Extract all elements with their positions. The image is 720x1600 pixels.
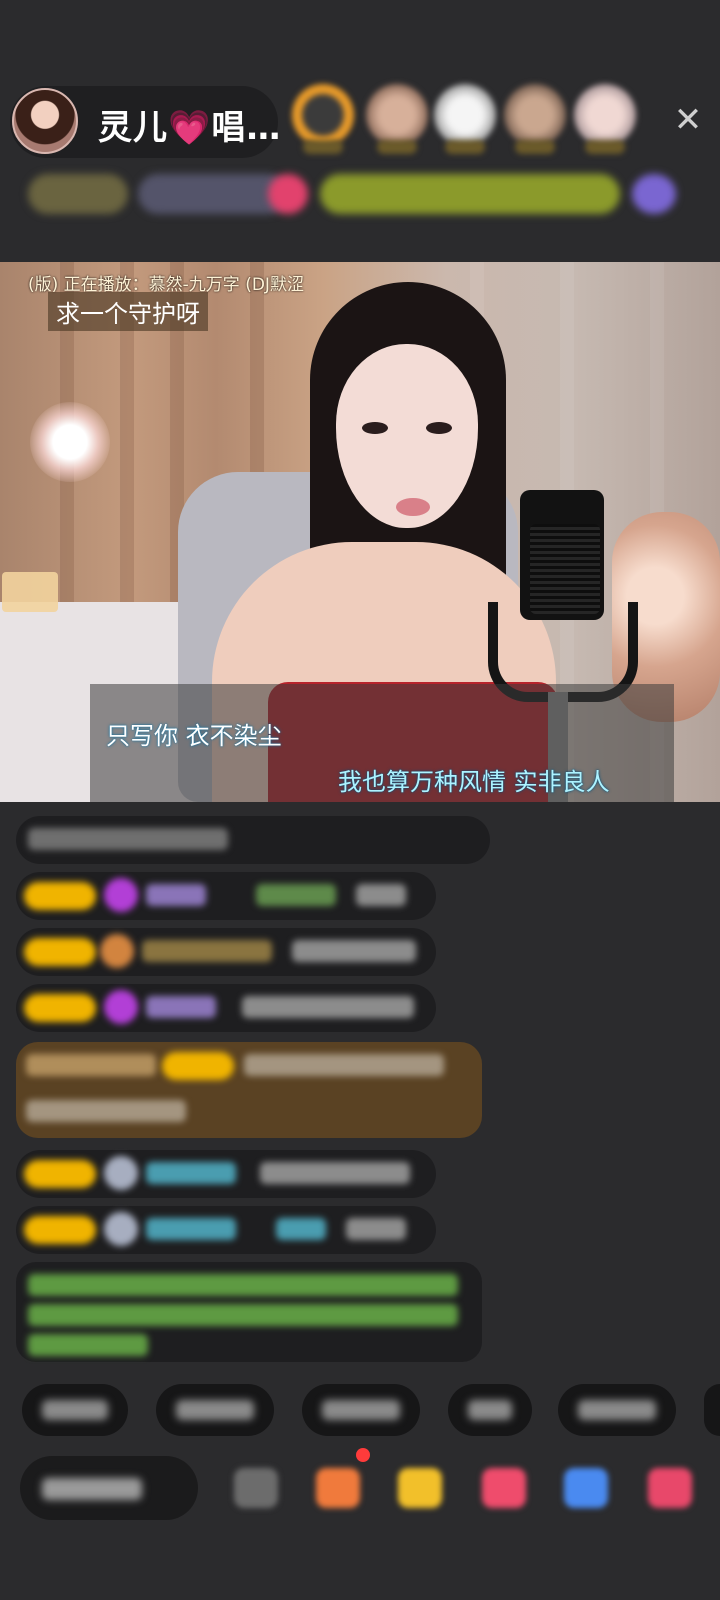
- user-avatar: [104, 1156, 138, 1190]
- chat-message-highlight[interactable]: [16, 1042, 482, 1138]
- quick-reply-chip[interactable]: [22, 1384, 128, 1436]
- chat-input[interactable]: [20, 1456, 198, 1520]
- viewer-avatar[interactable]: [366, 84, 428, 146]
- viewer-rank-badge: [445, 140, 485, 154]
- fan-level-badge: [24, 882, 96, 910]
- viewer-avatar[interactable]: [292, 84, 354, 146]
- emoji-icon[interactable]: [234, 1468, 278, 1508]
- lyrics-overlay: 只写你 衣不染尘 我也算万种风情 实非良人: [90, 684, 674, 802]
- quick-reply-chip[interactable]: [448, 1384, 532, 1436]
- chat-message[interactable]: [16, 984, 436, 1032]
- quick-reply-chip[interactable]: [558, 1384, 676, 1436]
- fan-level-badge: [24, 994, 96, 1022]
- fan-level-badge: [24, 938, 96, 966]
- system-notice: [16, 1262, 482, 1362]
- gift-icon[interactable]: [398, 1468, 442, 1508]
- top-viewers-list[interactable]: [292, 84, 652, 160]
- gift-box-icon[interactable]: [316, 1468, 360, 1508]
- bottom-action-bar: [0, 1456, 720, 1532]
- viewer-rank-badge: [585, 140, 625, 154]
- quick-reply-chip[interactable]: [704, 1384, 720, 1436]
- gem-icon: [104, 990, 138, 1024]
- live-video[interactable]: (版) 正在播放：慕然-九万字 (DJ默涩 求一个守护呀 只写你 衣不染尘 我也…: [0, 262, 720, 802]
- chat-message[interactable]: [16, 1206, 436, 1254]
- viewer-avatar[interactable]: [504, 84, 566, 146]
- guard-request-tag: 求一个守护呀: [48, 292, 208, 331]
- viewer-avatar[interactable]: [434, 84, 496, 146]
- game-icon[interactable]: [564, 1468, 608, 1508]
- more-icon[interactable]: [648, 1468, 692, 1508]
- user-avatar: [104, 1212, 138, 1246]
- room-rank-tag[interactable]: [28, 174, 128, 214]
- gift-icon[interactable]: [268, 174, 308, 214]
- fan-level-badge: [162, 1052, 234, 1080]
- close-icon[interactable]: ✕: [668, 100, 708, 140]
- chat-message[interactable]: [16, 928, 436, 976]
- room-info-row: [20, 170, 690, 218]
- shield-icon: [100, 934, 134, 968]
- host-info-pill[interactable]: 灵儿💗唱…: [10, 86, 282, 158]
- quick-reply-chip[interactable]: [302, 1384, 420, 1436]
- chat-message[interactable]: [16, 1150, 436, 1198]
- room-notice-tag[interactable]: [320, 174, 620, 214]
- lyric-line-1: 只写你 衣不染尘: [106, 722, 282, 750]
- heart-lamp: [30, 402, 110, 482]
- chat-list[interactable]: [0, 802, 720, 1362]
- viewer-avatar[interactable]: [574, 84, 636, 146]
- quick-reply-chip[interactable]: [156, 1384, 274, 1436]
- chat-message[interactable]: [16, 872, 436, 920]
- chat-message[interactable]: [16, 816, 490, 864]
- quick-reply-row: [0, 1384, 720, 1440]
- host-name: 灵儿💗唱…: [98, 108, 282, 148]
- candle-light: [2, 572, 58, 612]
- gem-icon: [104, 878, 138, 912]
- top-bar: 灵儿💗唱… ✕: [0, 0, 720, 255]
- viewer-rank-badge: [515, 140, 555, 154]
- lyric-line-2: 我也算万种风情 实非良人: [338, 768, 610, 796]
- host-avatar[interactable]: [12, 88, 78, 154]
- room-heat-tag[interactable]: [138, 174, 288, 214]
- viewer-rank-badge: [377, 140, 417, 154]
- room-activity-icon[interactable]: [632, 174, 676, 214]
- viewer-rank-badge: [303, 140, 343, 154]
- heart-gift-icon[interactable]: [482, 1468, 526, 1508]
- fan-level-badge: [24, 1216, 96, 1244]
- notification-dot: [356, 1448, 370, 1462]
- fan-level-badge: [24, 1160, 96, 1188]
